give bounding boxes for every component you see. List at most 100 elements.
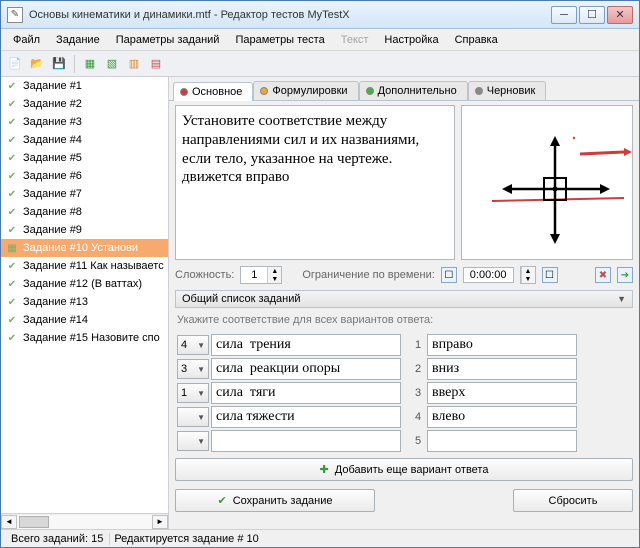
tabs: Основное Формулировки Дополнительно Черн… <box>169 77 639 101</box>
task-item[interactable]: ✔Задание #3 <box>1 113 168 131</box>
answer-right-input[interactable] <box>427 358 577 380</box>
task-check-icon: ✔ <box>5 115 19 129</box>
add-variant-button[interactable]: ✚ Добавить еще вариант ответа <box>175 458 633 481</box>
answer-left-row: 1▼ <box>177 382 401 404</box>
timelimit-toggle[interactable]: ☐ <box>441 267 457 283</box>
maximize-button[interactable]: ☐ <box>579 6 605 24</box>
copy-task-icon[interactable]: ▧ <box>102 54 122 74</box>
answer-left-input[interactable] <box>211 358 401 380</box>
titlebar: ✎ Основы кинематики и динамики.mtf - Ред… <box>1 1 639 29</box>
answer-left-input[interactable] <box>211 406 401 428</box>
task-label: Задание #12 (В ваттах) <box>23 278 142 290</box>
sidebar: ✔Задание #1✔Задание #2✔Задание #3✔Задани… <box>1 77 169 529</box>
load-image-button[interactable]: ➔ <box>617 267 633 283</box>
task-label: Задание #7 <box>23 188 82 200</box>
task-item[interactable]: ✔ Задание #6 <box>1 167 168 185</box>
task-item[interactable]: ✔Задание #14 <box>1 311 168 329</box>
save-icon[interactable]: 💾 <box>49 54 69 74</box>
task-check-icon: ✔ <box>5 169 19 183</box>
answer-match-select[interactable]: 3▼ <box>177 359 209 379</box>
app-window: ✎ Основы кинематики и динамики.mtf - Ред… <box>0 0 640 548</box>
answer-match-select[interactable]: ▼ <box>177 431 209 451</box>
answer-left-input[interactable] <box>211 334 401 356</box>
task-item[interactable]: ✔Задание #1 <box>1 77 168 95</box>
answer-left-row: 4▼ <box>177 334 401 356</box>
task-item[interactable]: ✔Задание #13 <box>1 293 168 311</box>
scroll-left-icon[interactable]: ◄ <box>1 515 17 529</box>
clear-image-button[interactable]: ✖ <box>595 267 611 283</box>
answer-right-row: 4 <box>411 406 577 428</box>
save-task-button[interactable]: ✔ Сохранить задание <box>175 489 375 512</box>
timelimit-value[interactable]: 0:00:00 <box>463 267 514 283</box>
reset-button[interactable]: Сбросить <box>513 489 633 512</box>
time-spinner[interactable]: ▲▼ <box>520 266 536 284</box>
answer-match-select[interactable]: 4▼ <box>177 335 209 355</box>
answer-right-row: 2 <box>411 358 577 380</box>
answer-left-input[interactable] <box>211 430 401 452</box>
task-list[interactable]: ✔Задание #1✔Задание #2✔Задание #3✔Задани… <box>1 77 168 513</box>
reset-label: Сбросить <box>549 495 598 507</box>
menu-file[interactable]: Файл <box>5 32 48 48</box>
task-check-icon: ✔ <box>5 331 19 345</box>
tab-extra[interactable]: Дополнительно <box>359 81 468 100</box>
time-extra-button[interactable]: ☐ <box>542 267 558 283</box>
answer-right-input[interactable] <box>427 406 577 428</box>
task-item[interactable]: ✔Задание #8 <box>1 203 168 221</box>
delete-task-icon[interactable]: ▤ <box>146 54 166 74</box>
spin-up-icon[interactable]: ▲ <box>267 267 281 275</box>
menu-params-test[interactable]: Параметры теста <box>227 32 332 48</box>
scroll-thumb[interactable] <box>19 516 49 528</box>
task-item[interactable]: ✔Задание #4 <box>1 131 168 149</box>
task-label: Задание #6 <box>23 170 82 182</box>
answer-match-select[interactable]: ▼ <box>177 407 209 427</box>
edit-task-icon[interactable]: ▥ <box>124 54 144 74</box>
answer-number: 3 <box>411 382 425 404</box>
complexity-input[interactable] <box>241 267 267 283</box>
complexity-spinner[interactable]: ▲▼ <box>240 266 282 284</box>
tab-draft[interactable]: Черновик <box>468 81 547 100</box>
tab-label: Основное <box>192 86 242 98</box>
check-icon: ✔ <box>218 494 227 507</box>
close-button[interactable]: ✕ <box>607 6 633 24</box>
add-task-icon[interactable]: ▦ <box>80 54 100 74</box>
answer-left-input[interactable] <box>211 382 401 404</box>
task-item[interactable]: ✔Задание #7 <box>1 185 168 203</box>
task-item[interactable]: ✔ Задание #12 (В ваттах) <box>1 275 168 293</box>
task-item[interactable]: ✔Задание #9 <box>1 221 168 239</box>
window-title: Основы кинематики и динамики.mtf - Редак… <box>29 9 549 21</box>
button-row: ✔ Сохранить задание Сбросить <box>175 489 633 512</box>
answer-right-input[interactable] <box>427 382 577 404</box>
menu-help[interactable]: Справка <box>447 32 506 48</box>
question-text[interactable]: Установите соответствие между направлени… <box>175 105 455 260</box>
menu-settings[interactable]: Настройка <box>376 32 446 48</box>
open-icon[interactable]: 📂 <box>27 54 47 74</box>
spin-up-icon[interactable]: ▲ <box>521 267 535 275</box>
task-item[interactable]: ✔Задание #5 <box>1 149 168 167</box>
minimize-button[interactable]: ─ <box>551 6 577 24</box>
new-icon[interactable]: 📄 <box>5 54 25 74</box>
task-check-icon: ✔ <box>5 277 19 291</box>
task-label: Задание #1 <box>23 80 82 92</box>
spin-down-icon[interactable]: ▼ <box>267 275 281 283</box>
task-item[interactable]: ✔Задание #15 Назовите спо <box>1 329 168 347</box>
menu-params-tasks[interactable]: Параметры заданий <box>108 32 228 48</box>
sidebar-hscroll[interactable]: ◄ ► <box>1 513 168 529</box>
answer-right-input[interactable] <box>427 430 577 452</box>
task-list-header[interactable]: Общий список заданий ▼ <box>175 290 633 308</box>
answer-match-select[interactable]: 1▼ <box>177 383 209 403</box>
answer-right-input[interactable] <box>427 334 577 356</box>
task-check-icon: ✔ <box>5 295 19 309</box>
question-image[interactable] <box>461 105 633 260</box>
scroll-right-icon[interactable]: ► <box>152 515 168 529</box>
body: ✔Задание #1✔Задание #2✔Задание #3✔Задани… <box>1 77 639 529</box>
task-item[interactable]: ✔Задание #11 Как называетс <box>1 257 168 275</box>
answers-hint: Укажите соответствие для всех вариантов … <box>175 312 633 328</box>
task-item[interactable]: ✔Задание #2 <box>1 95 168 113</box>
task-label: Задание #8 <box>23 206 82 218</box>
menu-task[interactable]: Задание <box>48 32 108 48</box>
task-item[interactable]: ▦Задание #10 Установи <box>1 239 168 257</box>
spin-down-icon[interactable]: ▼ <box>521 275 535 283</box>
scroll-track[interactable] <box>17 515 152 529</box>
tab-formulations[interactable]: Формулировки <box>253 81 358 100</box>
tab-main[interactable]: Основное <box>173 82 253 101</box>
